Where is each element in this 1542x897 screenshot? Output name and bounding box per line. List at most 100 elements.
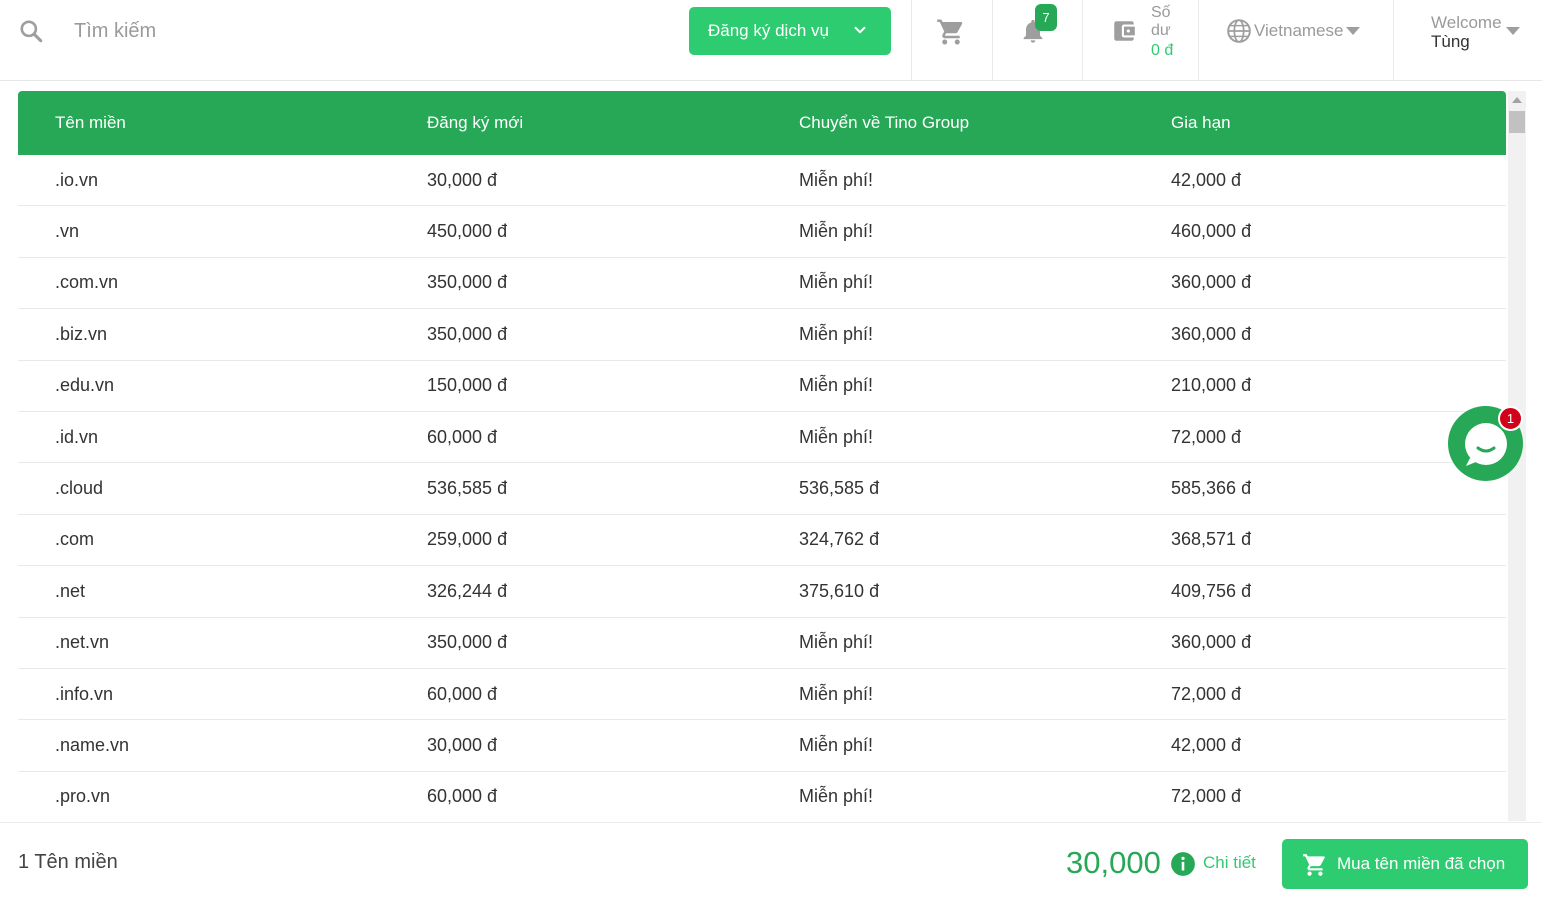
register-service-button[interactable]: Đăng ký dịch vụ (689, 7, 891, 55)
buy-selected-domains-button[interactable]: Mua tên miền đã chọn (1282, 839, 1528, 889)
domain-cell: .cloud (55, 478, 104, 499)
register-price-cell: 30,000 đ (427, 169, 498, 190)
transfer-price-cell: Miễn phí! (799, 426, 874, 447)
caret-down-icon[interactable] (1506, 27, 1520, 36)
wallet-icon[interactable] (1110, 18, 1138, 44)
table-row[interactable]: .biz.vn 350,000 đ Miễn phí! 360,000 đ (18, 309, 1506, 361)
transfer-price-cell: Miễn phí! (799, 632, 874, 653)
table-row[interactable]: .name.vn 30,000 đ Miễn phí! 42,000 đ (18, 720, 1506, 772)
scroll-up-arrow[interactable] (1512, 97, 1522, 103)
register-price-cell: 450,000 đ (427, 221, 508, 242)
domain-cell: .biz.vn (55, 323, 108, 344)
cart-icon[interactable] (936, 17, 966, 47)
table-row[interactable]: .edu.vn 150,000 đ Miễn phí! 210,000 đ (18, 360, 1506, 412)
domain-price-table: Tên miền Đăng ký mới Chuyển về Tino Grou… (18, 91, 1506, 821)
column-header-renew: Gia hạn (1171, 113, 1231, 132)
transfer-price-cell: Miễn phí! (799, 169, 874, 190)
register-price-cell: 60,000 đ (427, 786, 498, 807)
notification-badge: 7 (1035, 4, 1057, 31)
transfer-price-cell: Miễn phí! (799, 221, 874, 242)
info-icon[interactable] (1170, 851, 1196, 877)
table-row[interactable]: .info.vn 60,000 đ Miễn phí! 72,000 đ (18, 668, 1506, 721)
renew-price-cell: 409,756 đ (1171, 580, 1252, 601)
register-price-cell: 30,000 đ (427, 734, 498, 755)
transfer-price-cell: Miễn phí! (799, 375, 874, 396)
register-service-label: Đăng ký dịch vụ (708, 21, 829, 40)
search-input[interactable] (62, 14, 462, 48)
top-header: Đăng ký dịch vụ 7 Số dư 0 đ Vietnamese W… (0, 0, 1542, 81)
table-row[interactable]: .cloud 536,585 đ 536,585 đ 585,366 đ (18, 463, 1506, 515)
header-divider (911, 0, 912, 80)
total-price: 30,000 (1066, 845, 1161, 880)
header-divider (992, 0, 993, 80)
domain-cell: .pro.vn (55, 786, 111, 807)
register-price-cell: 259,000 đ (427, 529, 508, 550)
domain-cell: .info.vn (55, 683, 114, 704)
transfer-price-cell: 375,610 đ (799, 580, 880, 601)
renew-price-cell: 585,366 đ (1171, 478, 1252, 499)
buy-selected-domains-label: Mua tên miền đã chọn (1337, 854, 1506, 873)
caret-down-icon[interactable] (1346, 27, 1360, 36)
cart-icon (1303, 854, 1325, 876)
register-price-cell: 60,000 đ (427, 683, 498, 704)
language-selector[interactable]: Vietnamese (1254, 21, 1343, 41)
column-header-register: Đăng ký mới (427, 113, 524, 132)
table-row[interactable]: .net 326,244 đ 375,610 đ 409,756 đ (18, 566, 1506, 618)
chevron-down-icon (854, 26, 866, 34)
transfer-price-cell: Miễn phí! (799, 786, 874, 807)
register-price-cell: 326,244 đ (427, 580, 508, 601)
table-row[interactable]: .net.vn 350,000 đ Miễn phí! 360,000 đ (18, 617, 1506, 669)
renew-price-cell: 368,571 đ (1171, 529, 1252, 550)
chat-badge: 1 (1498, 406, 1523, 431)
domain-cell: .net.vn (55, 632, 110, 653)
transfer-price-cell: Miễn phí! (799, 272, 874, 293)
header-divider (1198, 0, 1199, 80)
table-row[interactable]: .id.vn 60,000 đ Miễn phí! 72,000 đ (18, 411, 1506, 464)
globe-icon[interactable] (1226, 18, 1252, 44)
transfer-price-cell: Miễn phí! (799, 683, 874, 704)
table-row[interactable]: .io.vn 30,000 đ Miễn phí! 42,000 đ (18, 155, 1506, 207)
balance-label: Số dư (1151, 4, 1171, 39)
table-row[interactable]: .pro.vn 60,000 đ Miễn phí! 72,000 đ (18, 771, 1506, 821)
user-name[interactable]: Tùng (1431, 32, 1470, 52)
welcome-label: Welcome (1431, 13, 1502, 32)
scroll-thumb[interactable] (1509, 111, 1525, 133)
renew-price-cell: 360,000 đ (1171, 272, 1252, 293)
domain-cell: .vn (55, 221, 80, 242)
selected-count: 1 Tên miền (18, 851, 118, 873)
table-row[interactable]: .com.vn 350,000 đ Miễn phí! 360,000 đ (18, 257, 1506, 310)
renew-price-cell: 72,000 đ (1171, 786, 1242, 807)
domain-cell: .com.vn (55, 272, 119, 293)
domain-cell: .com (55, 529, 95, 550)
search-icon[interactable] (18, 18, 44, 44)
domain-cell: .net (55, 580, 86, 601)
renew-price-cell: 210,000 đ (1171, 375, 1252, 396)
table-header: Tên miền Đăng ký mới Chuyển về Tino Grou… (18, 91, 1506, 155)
column-header-transfer: Chuyển về Tino Group (799, 113, 970, 132)
table-row[interactable]: .vn 450,000 đ Miễn phí! 460,000 đ (18, 206, 1506, 258)
domain-cell: .io.vn (55, 169, 99, 190)
register-price-cell: 350,000 đ (427, 323, 508, 344)
renew-price-cell: 360,000 đ (1171, 632, 1252, 653)
register-price-cell: 536,585 đ (427, 478, 508, 499)
renew-price-cell: 460,000 đ (1171, 221, 1252, 242)
transfer-price-cell: Miễn phí! (799, 323, 874, 344)
transfer-price-cell: Miễn phí! (799, 734, 874, 755)
renew-price-cell: 42,000 đ (1171, 734, 1242, 755)
renew-price-cell: 360,000 đ (1171, 323, 1252, 344)
transfer-price-cell: 324,762 đ (799, 529, 880, 550)
table-body: .io.vn 30,000 đ Miễn phí! 42,000 đ .vn 450,00… (18, 155, 1506, 821)
renew-price-cell: 42,000 đ (1171, 169, 1242, 190)
domain-cell: .id.vn (55, 426, 99, 447)
transfer-price-cell: 536,585 đ (799, 478, 880, 499)
domain-cell: .edu.vn (55, 375, 115, 396)
register-price-cell: 60,000 đ (427, 426, 498, 447)
selection-footer: 1 Tên miền 30,000 Chi tiết Mua tên miền … (0, 822, 1542, 897)
column-header-domain: Tên miền (55, 113, 126, 132)
table-row[interactable]: .com 259,000 đ 324,762 đ 368,571 đ (18, 514, 1506, 567)
balance-value: 0 đ (1151, 42, 1174, 59)
renew-price-cell: 72,000 đ (1171, 426, 1242, 447)
detail-link[interactable]: Chi tiết (1203, 853, 1256, 873)
domain-cell: .name.vn (55, 734, 130, 755)
renew-price-cell: 72,000 đ (1171, 683, 1242, 704)
